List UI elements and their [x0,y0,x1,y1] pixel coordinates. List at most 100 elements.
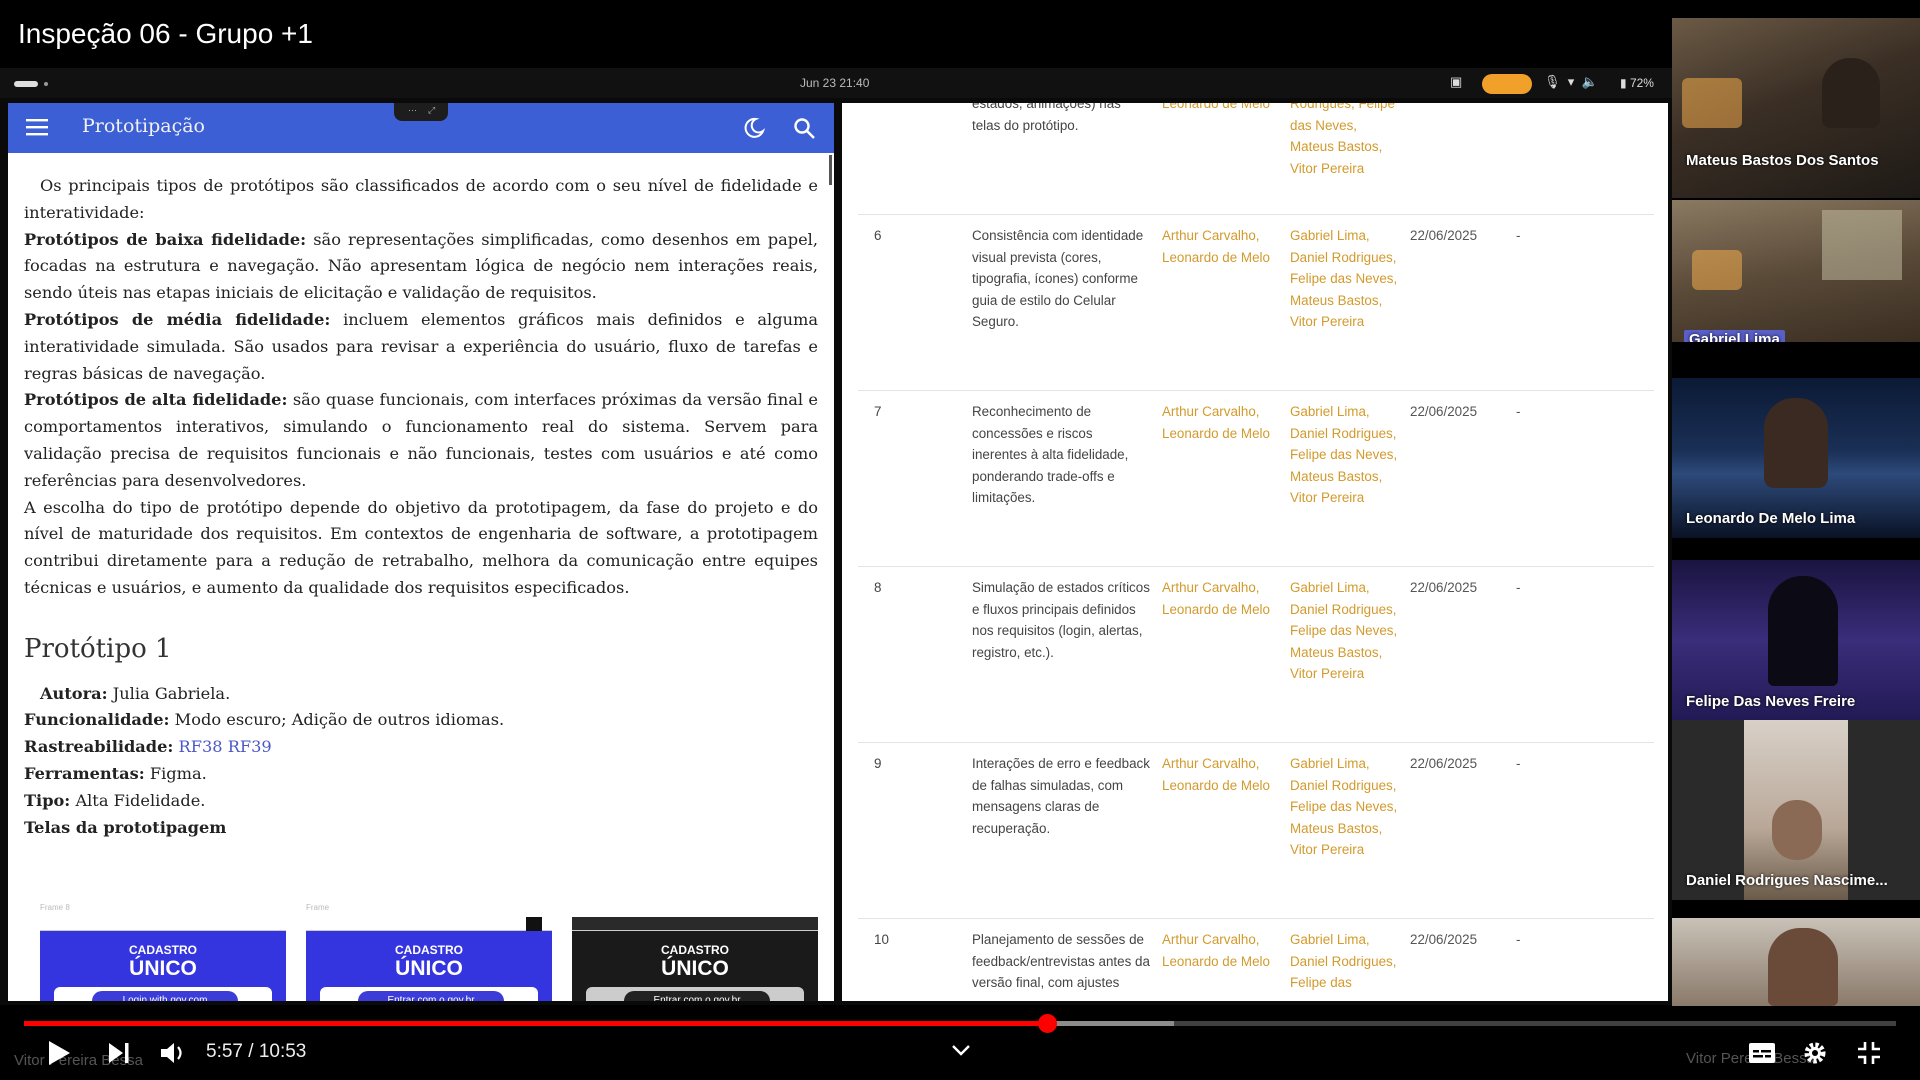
screen-line2: ÚNICO [395,957,463,980]
chevron-down-icon[interactable] [950,1042,972,1058]
scrubber-knob[interactable] [1038,1014,1057,1033]
battery-icon: ▮ [1620,76,1627,90]
row-participants: Gabriel Lima, Daniel Rodrigues, Felipe d… [1290,228,1398,329]
traceability-line: Rastreabilidade: RF38 RF39 [24,734,818,761]
functionality-value: Modo escuro; Adição de outros idiomas. [169,710,505,730]
gear-icon[interactable] [1801,1039,1829,1067]
next-icon[interactable] [106,1038,132,1068]
play-icon[interactable] [44,1038,74,1068]
row-responsible: Arthur Carvalho, Leonardo de Melo [1162,404,1270,441]
closing-paragraph: A escolha do tipo de protótipo depende d… [24,497,818,597]
row-number: 7 [874,404,882,419]
tools-label: Ferramentas: [24,763,145,783]
participant-tile[interactable]: Gabriel Lima [1672,200,1920,342]
participant-name: Mateus Bastos Dos Santos [1686,152,1879,169]
participant-name: Felipe Das Neves Freire [1686,693,1856,710]
tools-value: Figma. [144,763,207,783]
video-progress-bar[interactable] [24,1014,1896,1033]
document-body: Os principais tipos de protótipos são cl… [24,173,818,841]
functionality-label: Funcionalidade: [24,710,170,730]
screen-line1: CADASTRO [395,943,463,957]
mid-fidelity-label: Protótipos de média fidelidade: [24,309,331,329]
low-fidelity-label: Protótipos de baixa fidelidade: [24,229,307,249]
frame-label: Frame 8 [40,903,70,912]
screen-header [40,917,286,931]
login-button-preview: Entrar com o gov.br [320,987,538,1001]
shared-screen: Jun 23 21:40 ▣ 🎙 ▾ 🔈 ▮ 72% Prototipação [0,68,1672,1005]
participant-silhouette [1768,928,1838,1006]
high-fidelity-paragraph: Protótipos de alta fidelidade: são quase… [24,387,818,494]
login-button-label: Entrar com o gov.br [358,991,504,1001]
document-panel: Prototipação ⋯ ⤢ Os principais tipos de … [8,103,834,1001]
login-button-label: Entrar com o gov.br [624,991,770,1001]
login-button-preview: Login with gov.com [54,987,272,1001]
screen-line2: ÚNICO [129,957,197,980]
participant-tile[interactable]: Leonardo De Melo Lima [1672,378,1920,538]
playback-time: 5:57 / 10:53 [206,1041,307,1062]
prototype-screen-2[interactable]: Frame CADASTRO ÚNICO Entrar com o gov.br [306,903,552,1001]
author-value: Julia Gabriela. [107,683,231,703]
wifi-icon: ▾ [1567,74,1575,89]
row-description: Reconhecimento de concessões e riscos in… [972,404,1129,505]
row-date: 22/06/2025 [1410,580,1478,595]
tablet-datetime: Jun 23 21:40 [800,76,870,90]
row-description: Consistência com identidade visual previ… [972,228,1144,329]
participant-name: Daniel Rodrigues Nascime... [1686,872,1888,889]
login-button-label: Login with gov.com [92,991,238,1001]
row-number: 9 [874,756,882,771]
row-status: - [1516,580,1521,595]
exit-fullscreen-icon[interactable] [1856,1040,1882,1066]
participant-tile[interactable] [1672,918,1920,1006]
traceability-label: Rastreabilidade: [24,737,174,757]
prototype-screen-3[interactable]: CADASTRO ÚNICO Entrar com o gov.br [572,917,818,1001]
row-participants: Gabriel Lima, Daniel Rodrigues, Felipe d… [1290,756,1398,857]
table-row: 10 Planejamento de sessões de feedback/e… [858,919,1654,1001]
section-title: Protótipo 1 [24,633,172,664]
screens-label: Telas da prototipagem [24,817,227,837]
played-bar [24,1021,1048,1026]
moon-icon[interactable] [742,116,766,140]
battery-percent: 72% [1629,76,1654,90]
participant-tile[interactable]: Daniel Rodrigues Nascime... [1672,720,1920,900]
row-status: - [1516,932,1521,947]
row-number: 10 [874,932,889,947]
participant-silhouette [1822,58,1880,128]
window-drag-handle[interactable]: ⋯ ⤢ [394,103,448,121]
row-number: 8 [874,580,882,595]
menu-icon[interactable] [26,118,48,136]
table-row: estados, animações) nas telas do protóti… [858,103,1654,215]
frame-label: Frame [306,903,330,912]
participant-tile[interactable]: Felipe Das Neves Freire [1672,560,1920,720]
row-description: Planejamento de sessões de feedback/entr… [972,932,1150,990]
row-date: 22/06/2025 [1410,228,1478,243]
subtitles-icon[interactable] [1748,1042,1776,1064]
table-row: 9 Interações de erro e feedback de falha… [858,743,1654,919]
participant-name-active: Gabriel Lima [1684,330,1785,342]
screen-line1: CADASTRO [129,943,197,957]
type-line: Tipo: Alta Fidelidade. [24,788,818,815]
tools-line: Ferramentas: Figma. [24,761,818,788]
row-status: - [1516,756,1521,771]
traceability-link[interactable]: RF38 RF39 [179,737,272,756]
row-date: 22/06/2025 [1410,756,1478,771]
screen-line2: ÚNICO [661,957,729,980]
drag-dots-icon: ⋯ [408,105,417,115]
prototype-screens: Frame 8 CADASTRO ÚNICO Login with gov.co… [28,893,818,1001]
volume-status-icon: 🔈 [1581,74,1598,89]
participant-silhouette [1772,800,1822,860]
prototype-screen-1[interactable]: Frame 8 CADASTRO ÚNICO Login with gov.co… [40,903,286,1001]
row-description: Interações de erro e feedback de falhas … [972,756,1150,836]
screen-body: CADASTRO ÚNICO Login with gov.com [40,931,286,1001]
mid-fidelity-paragraph: Protótipos de média fidelidade: incluem … [24,307,818,387]
search-icon[interactable] [792,116,816,140]
screen-header [306,917,552,931]
row-responsible: Leonardo de Melo [1162,103,1270,111]
battery-level: ▮ 72% [1620,76,1654,90]
document-scrollbar[interactable] [829,155,832,185]
table-row: 7 Reconhecimento de concessões e riscos … [858,391,1654,567]
row-responsible: Arthur Carvalho, Leonardo de Melo [1162,932,1270,969]
participant-tile[interactable]: Mateus Bastos Dos Santos [1672,18,1920,198]
recording-indicator [1482,74,1532,94]
screen-body: CADASTRO ÚNICO Entrar com o gov.br [572,931,818,1001]
volume-icon[interactable] [158,1038,188,1068]
